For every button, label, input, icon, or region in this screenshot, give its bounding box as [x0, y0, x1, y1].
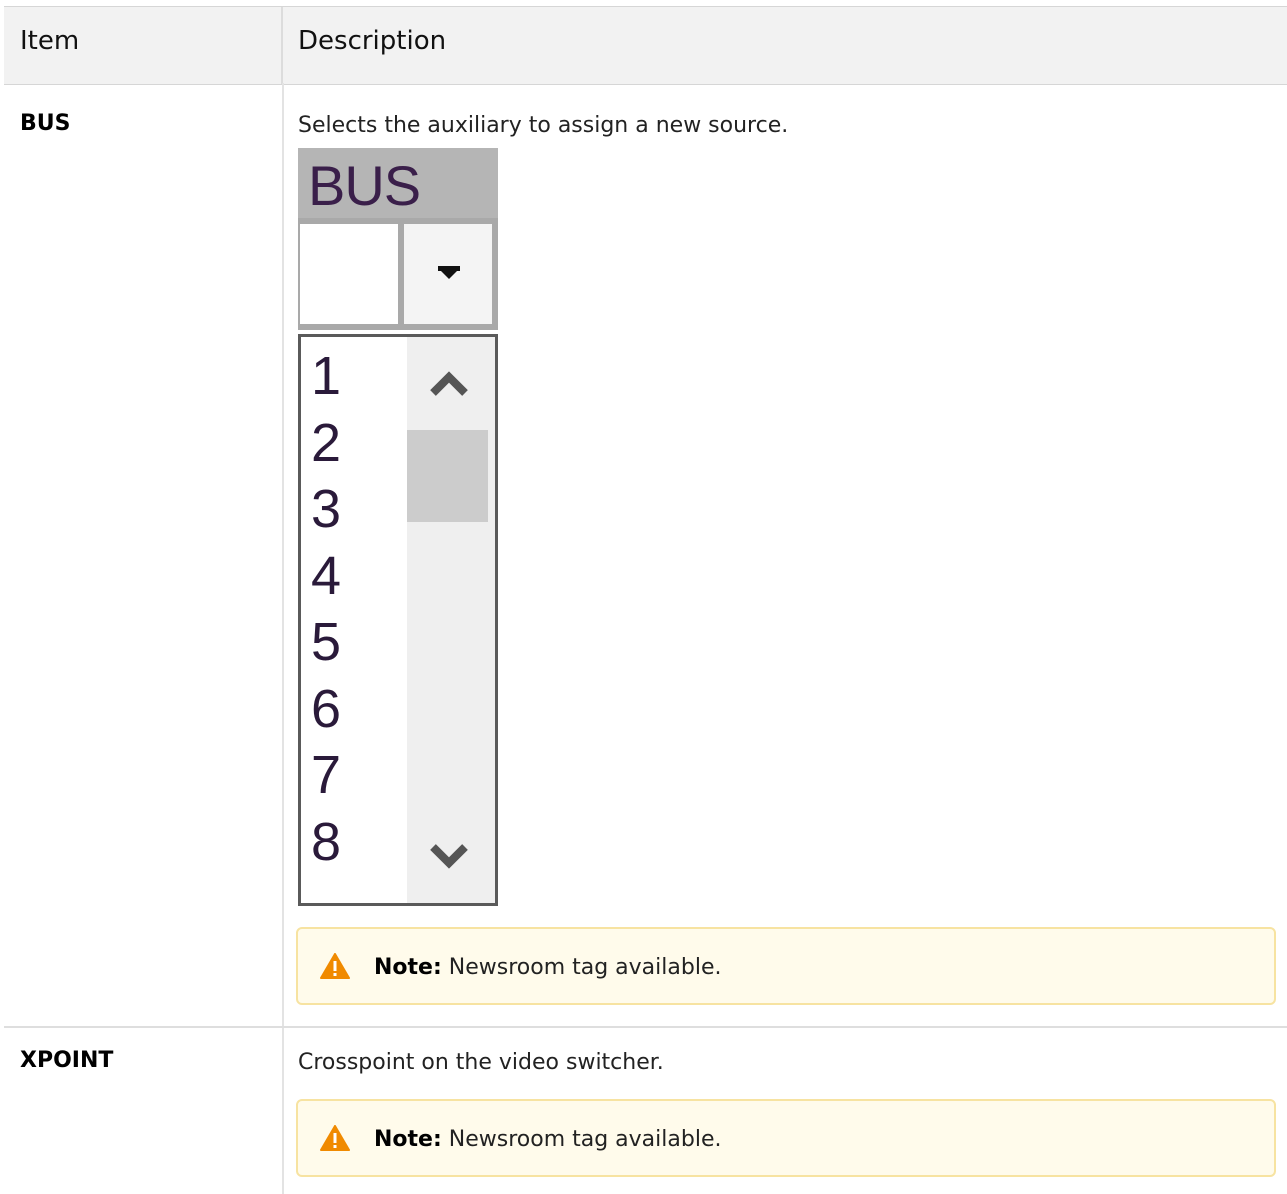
note-message: Newsroom tag available. — [448, 1127, 722, 1152]
note-label: Note: — [374, 1127, 442, 1152]
scrollbar-thumb[interactable] — [407, 430, 488, 522]
bus-title-bar: BUS — [298, 148, 498, 218]
table-row-bus: BUS Selects the auxiliary to assign a ne… — [4, 83, 1287, 1027]
chevron-down-icon — [438, 266, 460, 279]
parameters-table: Item Description BUS Selects the auxilia… — [4, 6, 1287, 1194]
header-description: Description — [298, 26, 447, 56]
description-xpoint: Crosspoint on the video switcher. — [298, 1050, 664, 1075]
bus-scrollbar[interactable] — [407, 337, 495, 903]
list-item[interactable]: 8 — [311, 809, 401, 876]
bus-list-items: 1 2 3 4 5 6 7 8 — [311, 343, 401, 875]
note-label: Note: — [374, 955, 442, 980]
note-box: Note: Newsroom tag available. — [296, 1099, 1276, 1177]
note-text: Note: Newsroom tag available. — [374, 955, 721, 980]
list-item[interactable]: 7 — [311, 742, 401, 809]
note-box: Note: Newsroom tag available. — [296, 927, 1276, 1005]
header-item: Item — [20, 26, 80, 56]
note-message: Newsroom tag available. — [448, 955, 722, 980]
column-divider — [282, 1028, 284, 1194]
bus-combo-box[interactable] — [298, 218, 498, 330]
list-item[interactable]: 1 — [311, 343, 401, 410]
warning-icon — [320, 1125, 350, 1151]
bus-widget-screenshot: BUS 1 2 3 4 5 6 7 8 — [298, 148, 498, 906]
bus-listbox-content: 1 2 3 4 5 6 7 8 — [301, 337, 495, 903]
note-text: Note: Newsroom tag available. — [374, 1127, 721, 1152]
bus-combo-dropdown-button[interactable] — [404, 224, 492, 324]
list-item[interactable]: 5 — [311, 609, 401, 676]
table-header: Item Description — [4, 6, 1287, 85]
header-divider — [281, 7, 283, 84]
list-item[interactable]: 4 — [311, 543, 401, 610]
description-bus: Selects the auxiliary to assign a new so… — [298, 113, 789, 138]
list-item[interactable]: 3 — [311, 476, 401, 543]
bus-combo-field[interactable] — [300, 224, 398, 324]
scroll-down-icon[interactable] — [429, 843, 469, 869]
item-xpoint: XPOINT — [20, 1048, 114, 1073]
column-divider — [282, 83, 284, 1027]
list-item[interactable]: 6 — [311, 676, 401, 743]
bus-title: BUS — [308, 154, 421, 217]
bus-listbox[interactable]: 1 2 3 4 5 6 7 8 — [298, 334, 498, 906]
item-bus: BUS — [20, 111, 71, 136]
warning-icon — [320, 953, 350, 979]
scroll-up-icon[interactable] — [429, 371, 469, 397]
list-item[interactable]: 2 — [311, 410, 401, 477]
